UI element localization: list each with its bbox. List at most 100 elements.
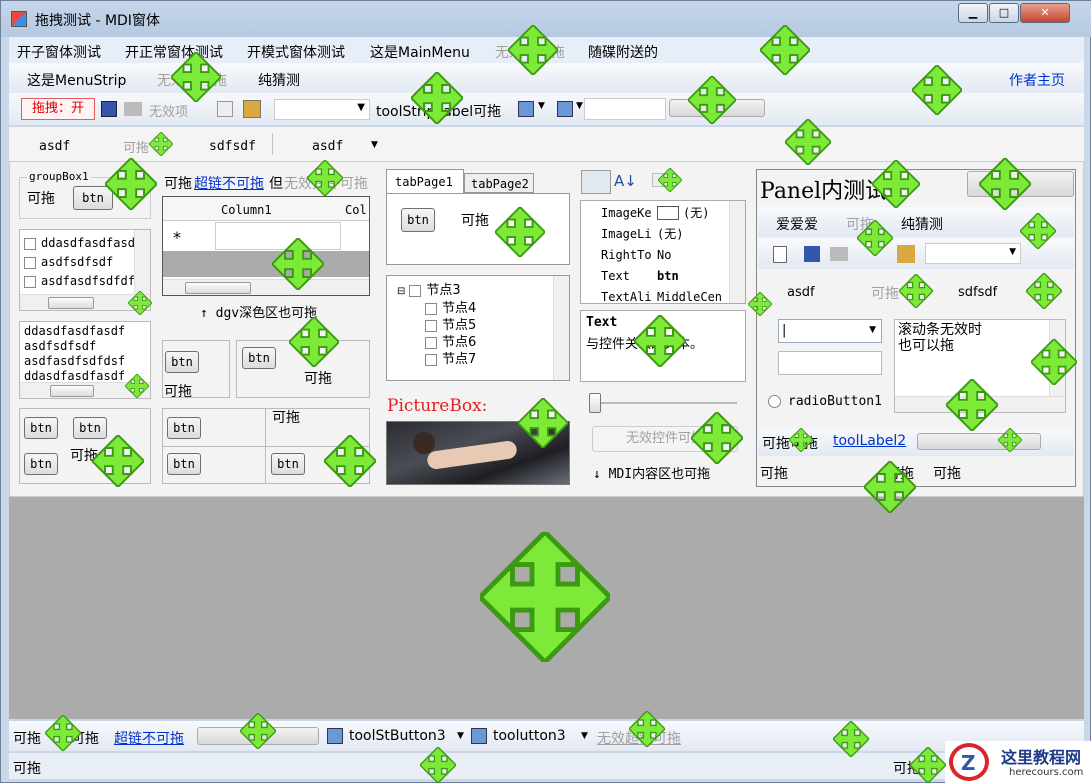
menu-modal-window[interactable]: 开模式窗体测试 (247, 42, 345, 62)
property-pages-icon[interactable] (652, 173, 670, 187)
menustrip-item[interactable]: 这是MenuStrip (27, 70, 126, 90)
menu-normal-window[interactable]: 开正常窗体测试 (125, 42, 223, 62)
tab-drag[interactable]: 可拖 (123, 137, 149, 156)
dropdown-arrow-icon[interactable]: ▼ (581, 731, 588, 741)
menustrip-guess[interactable]: 纯猜测 (258, 70, 300, 90)
grid-btn[interactable]: btn (24, 417, 58, 439)
property-scrollbar[interactable] (729, 201, 745, 303)
panel-menu-item[interactable]: 爱爱爱 (776, 214, 818, 234)
non-draggable-link[interactable]: 超链不可拖 (194, 173, 264, 193)
menu-child-window[interactable]: 开子窗体测试 (17, 42, 101, 62)
check-item[interactable]: asdfsdfsdf (24, 253, 134, 272)
disabled-control-text[interactable]: 无效控件可拖 (284, 173, 368, 193)
text-listbox[interactable]: ddasdfasdfasdf asdfsdfsdf asdfasdfsdfdsf… (19, 321, 151, 399)
table-btn[interactable]: btn (271, 453, 305, 475)
tab-page-2[interactable]: tabPage2 (464, 173, 534, 193)
print-icon[interactable] (124, 102, 142, 116)
data-grid-view[interactable]: Column1 Col * (162, 196, 370, 296)
table-btn[interactable]: btn (167, 453, 201, 475)
property-row[interactable]: TextAli MiddleCen (581, 287, 729, 308)
tree-node[interactable]: 节点5 (425, 317, 476, 334)
panel-combobox[interactable]: ▼ (925, 243, 1021, 264)
radio-icon[interactable] (768, 395, 781, 408)
dropdown-arrow-icon[interactable]: ▼ (457, 731, 464, 741)
tool-combobox[interactable]: ▼ (274, 99, 370, 120)
tree-node[interactable]: ⊟ 节点3 (397, 282, 476, 300)
grid-btn[interactable]: btn (24, 453, 58, 475)
panel-combo-2[interactable]: | ▼ (778, 319, 882, 343)
panel-tab[interactable]: asdf (787, 285, 815, 300)
bottom-disabled-link[interactable]: 无效超链可拖 (597, 728, 681, 748)
categorized-icon[interactable] (581, 170, 611, 194)
tab-asdf[interactable]: asdf (39, 139, 70, 154)
checked-listbox[interactable]: ddasdfasdfasdf asdfsdfsdf asdfasdfsdfdf (19, 229, 151, 311)
tab-dropdown-icon[interactable]: ▼ (371, 140, 378, 150)
dropdown-arrow-icon[interactable]: ▼ (576, 101, 583, 111)
image-icon[interactable] (518, 101, 534, 117)
grid-btn[interactable]: btn (73, 417, 107, 439)
new-file-icon[interactable] (773, 246, 787, 263)
check-item[interactable]: ddasdfasdfasdf (24, 234, 134, 253)
tree-node[interactable]: 节点4 (425, 300, 476, 317)
tab-page-1[interactable]: tabPage1 (386, 169, 464, 193)
property-row[interactable]: Text btn (581, 266, 729, 287)
vertical-scrollbar[interactable] (134, 230, 150, 294)
tab-btn[interactable]: btn (401, 208, 435, 232)
grid-cell[interactable] (215, 222, 341, 250)
menu-mainmenu[interactable]: 这是MainMenu (370, 42, 470, 62)
property-row[interactable]: ImageLi (无) (581, 224, 729, 245)
paste-icon[interactable] (897, 245, 915, 263)
panel-btn[interactable]: btn (165, 351, 199, 373)
horizontal-scrollbar[interactable] (20, 294, 150, 310)
bottom-tool-button-3[interactable]: toolStButton3 (349, 728, 446, 744)
menu-disabled[interactable]: 无效项可拖 (495, 42, 565, 62)
panel-multiline-textbox[interactable]: 滚动条无效时 也可以拖 (894, 319, 1066, 413)
menustrip-disabled[interactable]: 无效项可拖 (157, 70, 227, 90)
list-item[interactable]: asdfasdfsdfdsf (24, 354, 136, 369)
table-btn[interactable]: btn (167, 417, 201, 439)
save-icon[interactable] (101, 101, 117, 117)
copy-icon[interactable] (217, 101, 233, 117)
image-icon[interactable] (327, 728, 343, 744)
close-button[interactable]: ✕ (1020, 3, 1070, 23)
dropdown-arrow-icon[interactable]: ▼ (538, 101, 545, 111)
trackbar-track[interactable] (591, 402, 737, 404)
panel-textbox[interactable] (778, 351, 882, 375)
menu-extra[interactable]: 随碟附送的 (588, 42, 658, 62)
column-header-1[interactable]: Column1 (221, 203, 272, 217)
image-icon[interactable] (557, 101, 573, 117)
print-icon[interactable] (830, 247, 848, 261)
tree-node[interactable]: 节点6 (425, 334, 476, 351)
save-icon[interactable] (804, 246, 820, 262)
tab-sdfsdf[interactable]: sdfsdf (209, 139, 256, 154)
sort-az-icon[interactable]: A↓ (614, 172, 637, 190)
radio-label[interactable]: radioButton1 (788, 394, 882, 409)
minimize-button[interactable]: ▁ (958, 3, 988, 23)
property-grid[interactable]: ImageKe (无) ImageLi (无) RightTo No Text btn … (580, 200, 746, 304)
mdi-client-area[interactable] (9, 497, 1084, 719)
bottom-link[interactable]: 超链不可拖 (114, 728, 184, 748)
disabled-tool-item[interactable]: 无效项 (149, 101, 188, 120)
maximize-button[interactable]: □ (989, 3, 1019, 23)
check-item[interactable]: asdfasdfsdfdf (24, 272, 134, 291)
panel-btn[interactable]: btn (242, 347, 276, 369)
image-icon[interactable] (471, 728, 487, 744)
paste-icon[interactable] (243, 100, 261, 118)
column-header-2[interactable]: Col (345, 203, 367, 217)
author-link[interactable]: 作者主页 (1009, 70, 1065, 90)
horizontal-scrollbar[interactable] (20, 382, 150, 398)
tree-scrollbar[interactable] (553, 276, 569, 380)
tree-view[interactable]: ⊟ 节点3 节点4 节点5 节点6 节点7 (386, 275, 570, 381)
panel-menu-item[interactable]: 可拖 (846, 214, 874, 234)
panel-tab[interactable]: sdfsdf (958, 285, 997, 300)
property-row[interactable]: ImageKe (无) (581, 203, 729, 224)
property-row[interactable]: RightTo No (581, 245, 729, 266)
grid-scrollbar[interactable] (163, 279, 369, 295)
disabled-button[interactable]: 无效控件可拖 (592, 426, 738, 452)
tool-textbox[interactable] (584, 98, 666, 120)
trackbar-thumb[interactable] (589, 393, 601, 413)
list-item[interactable]: asdfsdfsdf (24, 339, 136, 354)
tree-node[interactable]: 节点7 (425, 351, 476, 368)
panel-tab[interactable]: 可拖 (871, 283, 899, 303)
panel-status-link[interactable]: toolLabel2 (833, 433, 906, 449)
